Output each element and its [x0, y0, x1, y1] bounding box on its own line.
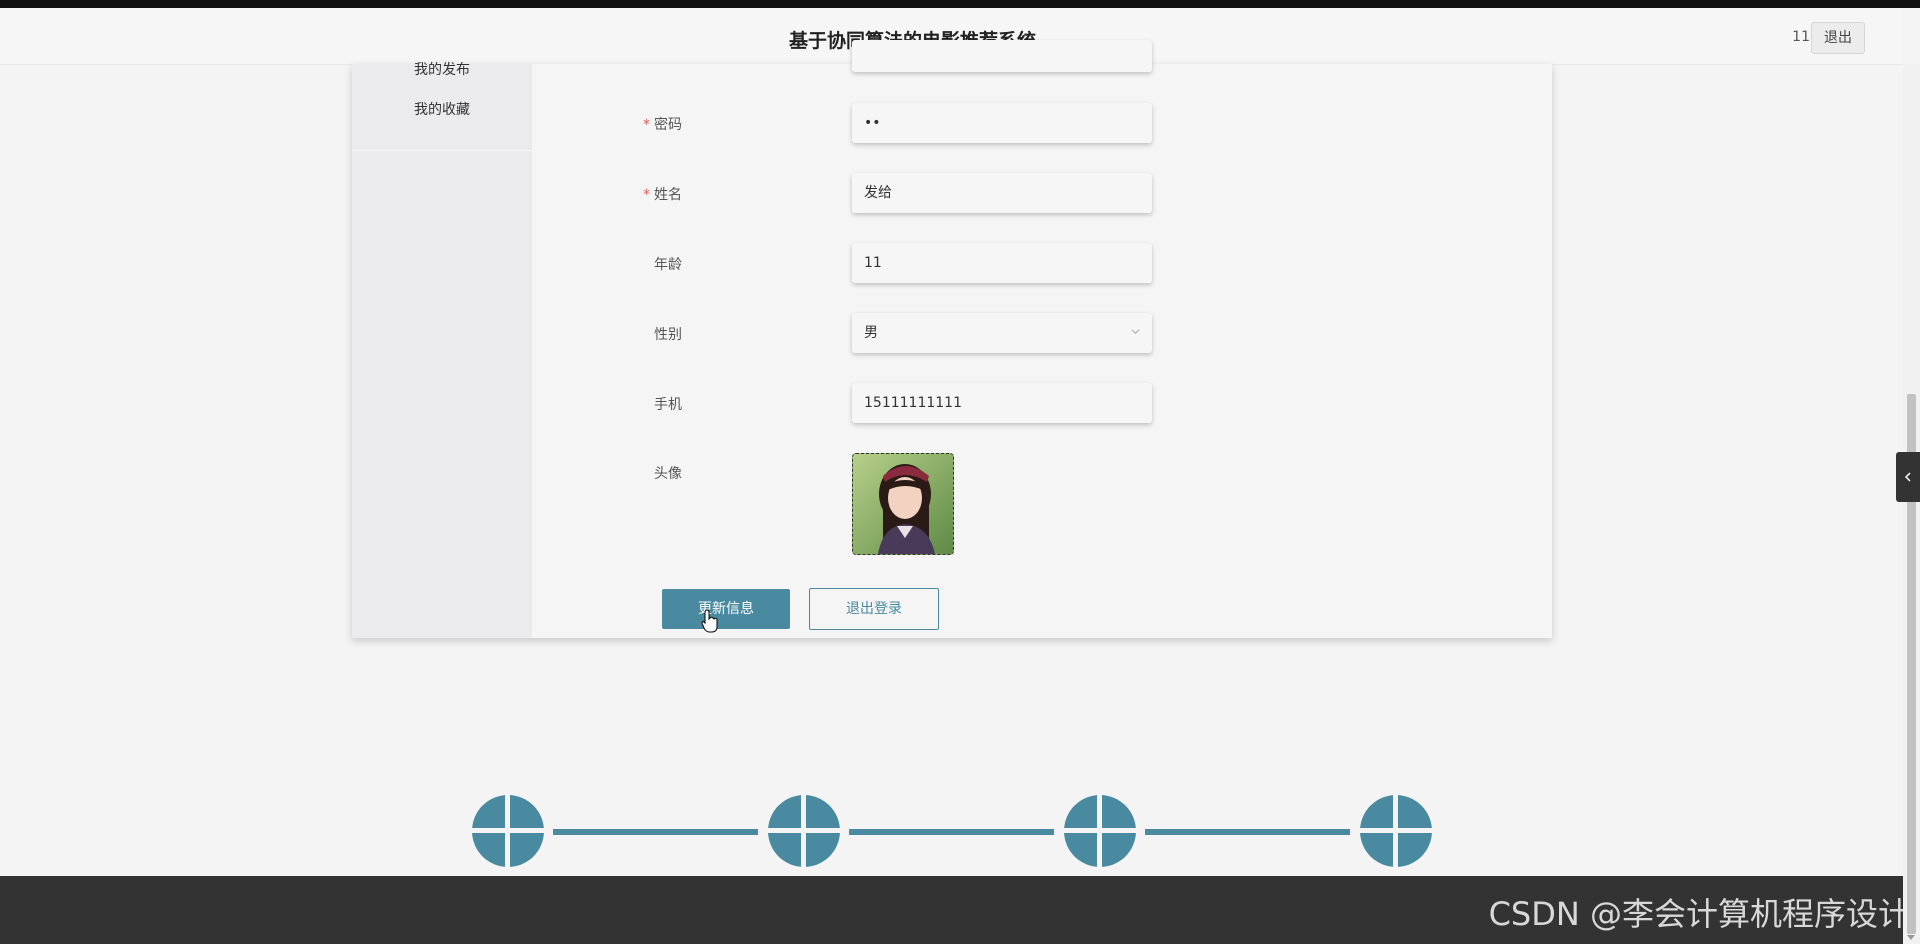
deco-connector — [1145, 829, 1350, 835]
header-logout-button[interactable]: 退出 — [1811, 22, 1865, 54]
gender-select-value: 男 — [864, 325, 878, 341]
avatar-upload[interactable] — [852, 453, 954, 555]
sidebar: 我的发布 我的收藏 — [352, 62, 532, 638]
form-row-password: * 密码 •• — [532, 103, 1552, 143]
deco-circle-icon — [472, 795, 544, 867]
sidebar-item-my-posts[interactable]: 我的发布 — [352, 59, 532, 79]
deco-circle-icon — [1360, 795, 1432, 867]
form-row-avatar: 头像 — [532, 453, 1552, 555]
gender-label: 性别 — [654, 327, 682, 343]
avatar-label: 头像 — [654, 466, 682, 482]
phone-label: 手机 — [654, 397, 682, 413]
deco-connector — [849, 829, 1054, 835]
account-field[interactable] — [852, 40, 1152, 72]
age-label: 年龄 — [654, 257, 682, 273]
form-row-gender: 性别 男 — [532, 313, 1552, 353]
form-row-name: * 姓名 发给 — [532, 173, 1552, 213]
deco-circle-icon — [768, 795, 840, 867]
deco-circle-icon — [1064, 795, 1136, 867]
update-info-button[interactable]: 更新信息 — [662, 589, 790, 629]
sidebar-item-my-favorites[interactable]: 我的收藏 — [352, 99, 532, 119]
password-label: * 密码 — [643, 117, 682, 133]
username-label: 11 — [1792, 29, 1810, 45]
gender-select[interactable]: 男 — [852, 313, 1152, 353]
chevron-left-icon — [1904, 472, 1911, 482]
form-row-account — [532, 40, 1552, 76]
watermark-text: CSDN @李会计算机程序设计 — [1488, 895, 1910, 933]
page-scrollbar[interactable] — [1903, 64, 1920, 944]
avatar-image — [853, 454, 953, 554]
name-field[interactable]: 发给 — [852, 173, 1152, 213]
sidebar-divider — [352, 150, 532, 151]
window-top-strip — [0, 0, 1920, 8]
password-field[interactable]: •• — [852, 103, 1152, 143]
profile-card: 我的发布 我的收藏 * 密码 •• * 姓名 发给 年龄 11 性别 男 手机 15… — [352, 40, 1552, 638]
scroll-down-arrow-icon[interactable] — [1907, 935, 1915, 940]
deco-connector — [553, 829, 758, 835]
chevron-down-icon — [1131, 329, 1140, 335]
side-panel-toggle[interactable] — [1896, 452, 1920, 502]
form-row-age: 年龄 11 — [532, 243, 1552, 283]
age-field[interactable]: 11 — [852, 243, 1152, 283]
phone-field[interactable]: 15111111111 — [852, 383, 1152, 423]
logout-account-button[interactable]: 退出登录 — [809, 588, 939, 630]
hand-cursor-icon — [701, 609, 718, 633]
name-label: * 姓名 — [643, 187, 682, 203]
form-row-phone: 手机 15111111111 — [532, 383, 1552, 423]
